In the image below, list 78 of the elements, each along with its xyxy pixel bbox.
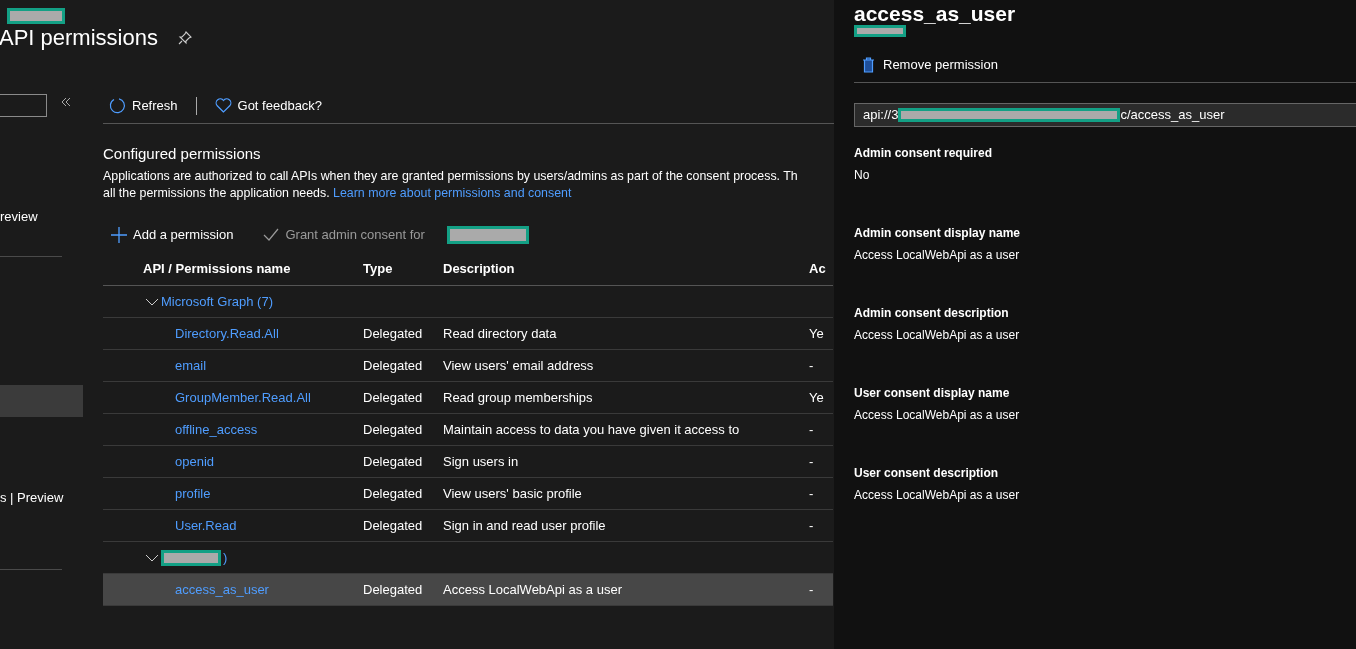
uri-field[interactable]: api://3 c/access_as_user xyxy=(854,103,1356,127)
permission-row[interactable]: Directory.Read.All Delegated Read directory data Ye xyxy=(103,317,833,350)
property-value: Access LocalWebApi as a user xyxy=(854,407,1021,423)
search-field[interactable] xyxy=(0,94,47,117)
permission-row[interactable]: email Delegated View users' email address - xyxy=(103,349,833,382)
section-description: all the permissions the application needs. xyxy=(103,186,330,200)
description-cell: Maintain access to data you have given it access to xyxy=(443,421,740,437)
panel-title: access_as_user xyxy=(854,6,1017,22)
permission-row[interactable]: profile Delegated View users' basic profile - xyxy=(103,477,833,510)
type-cell: Delegated xyxy=(363,517,423,533)
property-label: User consent description xyxy=(854,465,1000,481)
permission-row[interactable]: openid Delegated Sign users in - xyxy=(103,445,833,478)
property-label: Admin consent display name xyxy=(854,225,1022,241)
type-cell: Delegated xyxy=(363,485,423,501)
column-header: API / Permissions name xyxy=(143,260,291,276)
section-title: Configured permissions xyxy=(103,146,262,162)
permission-link[interactable]: profile xyxy=(175,485,211,501)
property-label: Admin consent description xyxy=(854,305,1010,321)
uri-text: api://3 xyxy=(863,107,899,123)
add-permission-button[interactable]: Add a permission xyxy=(103,227,242,243)
permission-link[interactable]: openid xyxy=(175,453,215,469)
section-description: Applications are authorized to call APIs when they are granted permissions by users/admins as part of the consent process. Th xyxy=(103,169,798,183)
column-header: Description xyxy=(443,260,515,276)
refresh-button[interactable]: Refresh xyxy=(103,97,184,114)
group-name[interactable]: ) xyxy=(223,549,228,566)
type-cell: Delegated xyxy=(363,421,423,437)
table-cell: Ye xyxy=(809,325,824,341)
learn-more-link[interactable]: Learn more about permissions and consent xyxy=(333,186,572,200)
plus-icon xyxy=(111,227,127,243)
chevron-icon[interactable] xyxy=(145,296,159,307)
description-cell: View users' email address xyxy=(443,357,594,373)
permission-row[interactable]: offline_access Delegated Maintain access to data you have given it access to - xyxy=(103,413,833,446)
column-header: Type xyxy=(363,260,393,276)
type-cell: Delegated xyxy=(363,389,423,405)
property-value: No xyxy=(854,167,871,183)
checkmark-icon xyxy=(263,228,280,242)
property-value: Access LocalWebApi as a user xyxy=(854,247,1021,263)
property-label: Admin consent required xyxy=(854,145,994,161)
column-header: Ac xyxy=(809,260,826,276)
table-cell: - xyxy=(809,357,814,373)
type-cell: Delegated xyxy=(363,325,423,341)
trash-icon xyxy=(862,57,875,73)
permission-link[interactable]: GroupMember.Read.All xyxy=(175,389,311,405)
permission-link[interactable]: offline_access xyxy=(175,421,258,437)
heart-icon xyxy=(214,98,232,113)
feedback-button[interactable]: Got feedback? xyxy=(208,97,329,114)
permission-row[interactable]: User.Read Delegated Sign in and read user profile - xyxy=(103,509,833,542)
property-value: Access LocalWebApi as a user xyxy=(854,327,1021,343)
description-cell: Sign in and read user profile xyxy=(443,517,606,533)
property-value: Access LocalWebApi as a user xyxy=(854,487,1021,503)
type-cell: Delegated xyxy=(363,357,423,373)
table-cell: Ye xyxy=(809,389,824,405)
description-cell: View users' basic profile xyxy=(443,485,582,501)
remove-permission-button[interactable]: Remove permission xyxy=(854,54,1006,76)
type-cell: Delegated xyxy=(363,581,423,597)
table-cell: - xyxy=(809,453,814,469)
type-cell: Delegated xyxy=(363,453,423,469)
uri-text: c/access_as_user xyxy=(1120,107,1225,123)
pin-icon[interactable] xyxy=(177,30,192,45)
sidebar-item[interactable]: s | Preview xyxy=(0,482,83,514)
collapse-icon[interactable] xyxy=(60,96,72,108)
description-cell: Read directory data xyxy=(443,325,557,341)
sidebar-item[interactable]: review xyxy=(0,201,83,233)
permission-link[interactable]: email xyxy=(175,357,207,373)
description-cell: Sign users in xyxy=(443,453,519,469)
group-name[interactable]: Microsoft Graph (7) xyxy=(161,293,273,310)
permission-link[interactable]: Directory.Read.All xyxy=(175,325,279,341)
table-cell: - xyxy=(809,581,814,597)
description-cell: Read group memberships xyxy=(443,389,593,405)
refresh-icon xyxy=(109,97,126,114)
description-cell: Access LocalWebApi as a user xyxy=(443,581,622,597)
table-cell: - xyxy=(809,485,814,501)
permission-link[interactable]: User.Read xyxy=(175,517,237,533)
property-label: User consent display name xyxy=(854,385,1011,401)
permission-row[interactable]: GroupMember.Read.All Delegated Read group memberships Ye xyxy=(103,381,833,414)
chevron-icon[interactable] xyxy=(145,552,159,563)
table-cell: - xyxy=(809,421,814,437)
table-cell: - xyxy=(809,517,814,533)
